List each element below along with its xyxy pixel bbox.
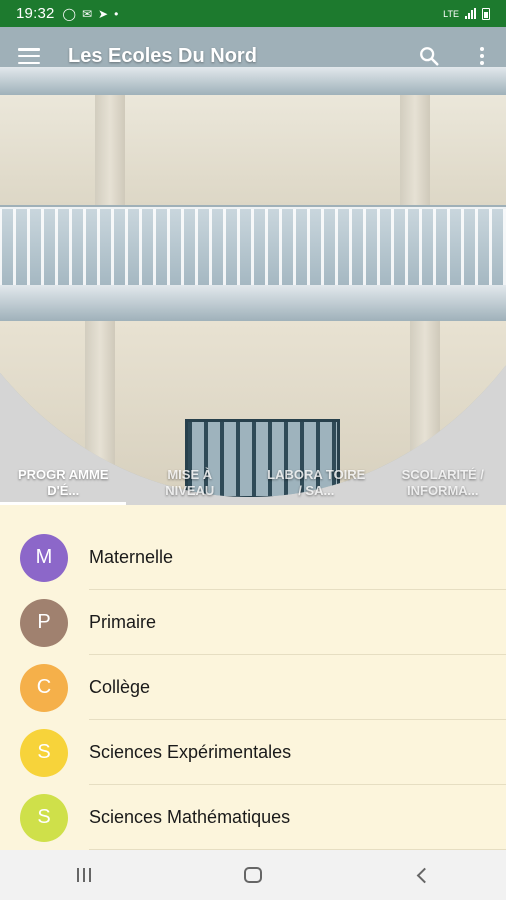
network-type: LTE (443, 8, 459, 19)
whatsapp-icon: ◯ (62, 6, 76, 21)
list-item-label: Primaire (89, 612, 157, 632)
list-item[interactable]: C Collège (0, 655, 506, 720)
notification-icons: ◯ ✉ ➤ • (63, 8, 119, 20)
tab-mise-a-niveau[interactable]: MISE À NIVEAU (127, 460, 254, 505)
header-image-area: PROGR AMME D'É... MISE À NIVEAU LABORA T… (0, 27, 506, 505)
more-vert-icon[interactable] (458, 27, 506, 85)
tab-laboratoire[interactable]: LABORA TOIRE / SA... (253, 460, 380, 505)
dot-icon: • (114, 6, 119, 21)
avatar: S (20, 728, 68, 777)
tab-mise-a-niveau-label: MISE À NIVEAU (165, 466, 215, 498)
list-item[interactable]: S Sciences Mathématiques (0, 785, 506, 850)
system-nav-bar (0, 850, 506, 900)
list-item[interactable]: M Maternelle (0, 525, 506, 590)
recents-icon[interactable] (54, 850, 114, 900)
tab-scolarite[interactable]: SCOLARITÉ / INFORMA... (380, 460, 506, 505)
menu-icon[interactable] (0, 27, 58, 85)
list-item-label: Collège (89, 677, 151, 697)
status-time: 19:32 (16, 5, 55, 22)
battery-icon (482, 7, 490, 20)
list-item-label: Sciences Mathématiques (89, 807, 291, 827)
school-building-photo (0, 27, 506, 497)
program-list: M Maternelle P Primaire C Collège S Sciences Ex… (0, 505, 506, 850)
avatar: S (20, 793, 68, 842)
list-item-label: Maternelle (89, 547, 174, 567)
tab-laboratoire-label: LABORA TOIRE / SA... (267, 466, 366, 498)
gmail-icon: ✉ (81, 6, 93, 21)
category-tabs: PROGR AMME D'É... MISE À NIVEAU LABORA T… (0, 460, 506, 505)
building-illustration (0, 27, 506, 497)
status-bar: 19:32 ◯ ✉ ➤ • LTE (0, 0, 506, 27)
system-status: LTE (443, 7, 490, 20)
search-icon[interactable] (400, 27, 458, 85)
list-item[interactable]: P Primaire (0, 590, 506, 655)
list-item[interactable]: S Sciences Expérimentales (0, 720, 506, 785)
app-toolbar: Les Ecoles Du Nord (0, 27, 506, 85)
list-item-label: Sciences Expérimentales (89, 742, 292, 762)
avatar: M (20, 533, 68, 582)
avatar: P (20, 598, 68, 647)
tab-programme-label: PROGR AMME D'É... (17, 466, 109, 498)
signal-icon (465, 8, 476, 19)
telegram-icon: ➤ (98, 6, 109, 21)
home-icon[interactable] (223, 850, 283, 900)
avatar: C (20, 663, 68, 712)
tab-scolarite-label: SCOLARITÉ / INFORMA... (401, 466, 484, 498)
app-title: Les Ecoles Du Nord (68, 44, 257, 67)
tab-programme[interactable]: PROGR AMME D'É... (0, 460, 127, 505)
back-icon[interactable] (392, 850, 452, 900)
